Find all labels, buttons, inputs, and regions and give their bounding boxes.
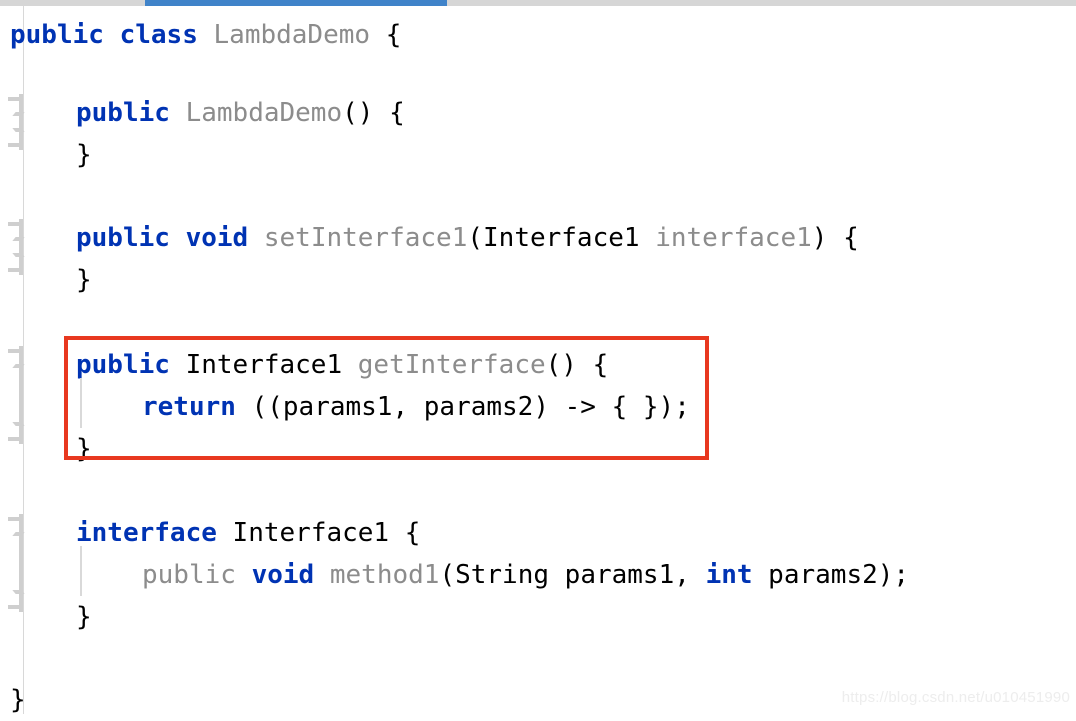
code-token: public (76, 223, 170, 253)
code-token: public (10, 20, 104, 50)
code-token: setInterface1 (263, 223, 468, 253)
code-line[interactable]: public class LambdaDemo { (10, 14, 401, 56)
code-token: ( (439, 560, 456, 590)
code-token: method1 (329, 560, 440, 590)
code-line[interactable]: return ((params1, params2) -> { }); (142, 386, 690, 428)
code-token: ) { (811, 223, 859, 253)
code-token: interface1 (655, 223, 812, 253)
watermark-text: https://blog.csdn.net/u010451990 (841, 689, 1070, 706)
code-line[interactable]: } (10, 679, 26, 721)
indent-guide (80, 546, 82, 596)
code-token: LambdaDemo (213, 20, 371, 50)
code-token: ((params1, params2) -> { }); (235, 392, 690, 422)
code-token: } (76, 434, 92, 464)
code-token: } (76, 602, 92, 632)
code-line[interactable]: public Interface1 getInterface() { (76, 344, 608, 386)
code-token: public (76, 98, 170, 128)
code-line[interactable]: public void method1(String params1, int … (142, 554, 909, 596)
indent-guide (80, 378, 82, 428)
code-line[interactable]: } (76, 428, 92, 470)
code-token: params2); (752, 560, 910, 590)
code-token: } (76, 140, 92, 170)
code-token: public (142, 560, 236, 590)
code-token: public (76, 350, 170, 380)
code-token: { (389, 518, 421, 548)
code-token: } (76, 265, 92, 295)
code-token: { (370, 20, 402, 50)
code-token: Interface1 (483, 223, 640, 253)
code-token: getInterface (357, 350, 546, 380)
code-token: ( (467, 223, 484, 253)
code-token: } (10, 685, 26, 715)
code-line[interactable]: } (76, 259, 92, 301)
code-token: interface (76, 518, 217, 548)
code-text-area[interactable]: public class LambdaDemo {public LambdaDe… (0, 6, 1076, 715)
code-editor-pane[interactable]: public class LambdaDemo {public LambdaDe… (0, 6, 1076, 715)
code-token: int (705, 560, 753, 590)
code-token: params1, (549, 560, 706, 590)
code-line[interactable]: } (76, 596, 92, 638)
code-token: Interface1 (185, 350, 343, 380)
code-line[interactable]: public LambdaDemo() { (76, 92, 405, 134)
code-token: () { (342, 98, 405, 128)
code-token: class (119, 20, 198, 50)
code-line[interactable]: interface Interface1 { (76, 512, 420, 554)
code-token: String (455, 560, 550, 590)
code-token: void (251, 560, 315, 590)
code-line[interactable]: } (76, 134, 92, 176)
code-token: return (142, 392, 236, 422)
code-token: LambdaDemo (185, 98, 343, 128)
code-token: void (185, 223, 249, 253)
code-token: Interface1 (232, 518, 390, 548)
code-token: () { (545, 350, 609, 380)
code-line[interactable]: public void setInterface1(Interface1 int… (76, 217, 859, 259)
